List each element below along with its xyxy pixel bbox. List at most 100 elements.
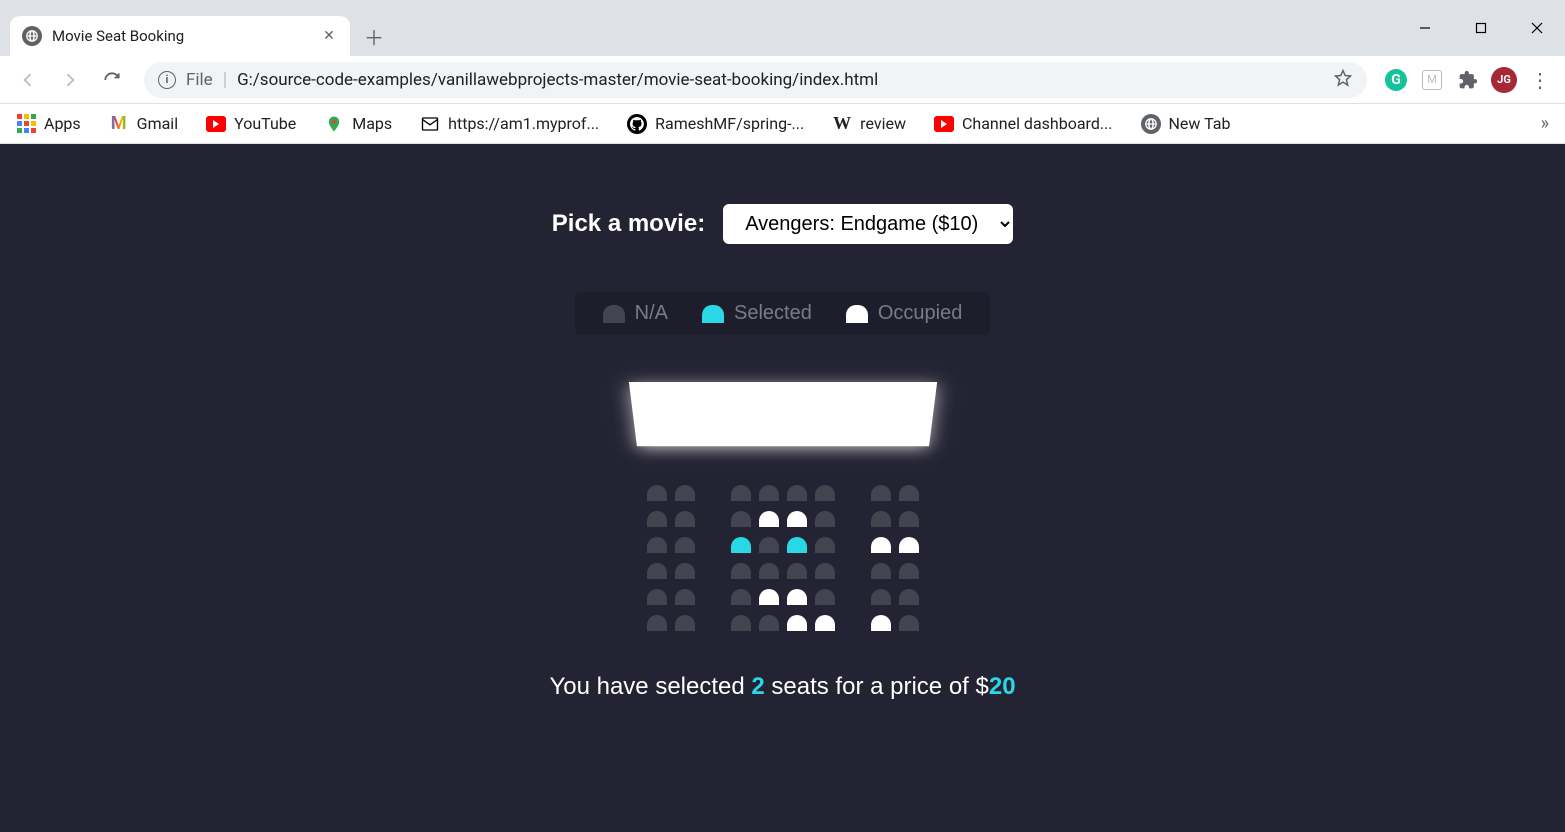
seat — [787, 589, 807, 605]
seat[interactable] — [815, 563, 835, 579]
tab-strip: Movie Seat Booking ✕ ＋ — [0, 8, 1565, 56]
url-text: G:/source-code-examples/vanillawebprojec… — [237, 70, 1323, 90]
seat[interactable] — [899, 511, 919, 527]
seat-row — [633, 511, 933, 527]
bookmark-myprof[interactable]: https://am1.myprof... — [420, 114, 599, 134]
seat[interactable] — [675, 563, 695, 579]
seat[interactable] — [899, 589, 919, 605]
seat[interactable] — [731, 615, 751, 631]
seat[interactable] — [675, 589, 695, 605]
seat — [899, 537, 919, 553]
legend: N/A Selected Occupied — [575, 292, 991, 335]
seat[interactable] — [675, 485, 695, 501]
seat[interactable] — [815, 537, 835, 553]
address-bar[interactable]: i File | G:/source-code-examples/vanilla… — [144, 62, 1367, 98]
seat[interactable] — [787, 537, 807, 553]
bookmark-github[interactable]: RameshMF/spring-... — [627, 114, 804, 134]
theater-screen — [628, 382, 936, 446]
seat[interactable] — [675, 511, 695, 527]
summary-text: You have selected 2 seats for a price of… — [549, 673, 1015, 701]
reload-button[interactable] — [94, 62, 130, 98]
seat[interactable] — [759, 485, 779, 501]
seat[interactable] — [731, 511, 751, 527]
bookmark-star-icon[interactable] — [1333, 68, 1353, 92]
seat[interactable] — [731, 589, 751, 605]
seat — [787, 615, 807, 631]
seat-row — [633, 485, 933, 501]
new-tab-button[interactable]: ＋ — [358, 20, 390, 52]
seat[interactable] — [871, 563, 891, 579]
seat — [787, 511, 807, 527]
seat-row — [633, 537, 933, 553]
seat[interactable] — [815, 485, 835, 501]
seat[interactable] — [647, 589, 667, 605]
legend-na: N/A — [603, 302, 668, 325]
seat[interactable] — [871, 485, 891, 501]
legend-occupied: Occupied — [846, 302, 963, 325]
bookmark-youtube[interactable]: YouTube — [206, 114, 296, 134]
seat[interactable] — [759, 615, 779, 631]
seat[interactable] — [731, 537, 751, 553]
seat[interactable] — [675, 615, 695, 631]
seat — [759, 511, 779, 527]
bookmark-review[interactable]: Wreview — [832, 114, 906, 134]
seat[interactable] — [899, 485, 919, 501]
browser-tab[interactable]: Movie Seat Booking ✕ — [10, 16, 350, 56]
back-button[interactable] — [10, 62, 46, 98]
bookmark-bar: Apps MGmail YouTube Maps https://am1.myp… — [0, 104, 1565, 144]
bookmark-gmail[interactable]: MGmail — [109, 114, 178, 134]
page-content: Pick a movie: Avengers: Endgame ($10) N/… — [0, 144, 1565, 832]
seat[interactable] — [759, 537, 779, 553]
seat — [759, 589, 779, 605]
close-icon[interactable]: ✕ — [320, 27, 338, 45]
seat — [871, 615, 891, 631]
info-icon[interactable]: i — [158, 71, 176, 89]
toolbar: i File | G:/source-code-examples/vanilla… — [0, 56, 1565, 104]
seat[interactable] — [815, 511, 835, 527]
grammarly-extension-icon[interactable]: G — [1381, 65, 1411, 95]
seat[interactable] — [647, 615, 667, 631]
extensions-button[interactable] — [1453, 65, 1483, 95]
seat[interactable] — [787, 563, 807, 579]
menu-button[interactable]: ⋮ — [1525, 68, 1555, 92]
seat-row — [633, 589, 933, 605]
seat[interactable] — [759, 563, 779, 579]
bookmark-overflow-icon[interactable]: » — [1541, 113, 1549, 134]
seat[interactable] — [647, 537, 667, 553]
seat[interactable] — [731, 485, 751, 501]
legend-selected: Selected — [702, 302, 812, 325]
seat[interactable] — [899, 615, 919, 631]
extension-icon[interactable]: M — [1417, 65, 1447, 95]
seat-row — [633, 615, 933, 631]
seat[interactable] — [787, 485, 807, 501]
pick-movie-label: Pick a movie: — [552, 210, 705, 238]
seat[interactable] — [675, 537, 695, 553]
seat[interactable] — [647, 485, 667, 501]
seat-grid — [633, 485, 933, 631]
seat[interactable] — [871, 589, 891, 605]
forward-button[interactable] — [52, 62, 88, 98]
seat[interactable] — [731, 563, 751, 579]
seat[interactable] — [647, 563, 667, 579]
seat[interactable] — [871, 511, 891, 527]
movie-select[interactable]: Avengers: Endgame ($10) — [723, 204, 1013, 244]
total-price: 20 — [989, 673, 1016, 700]
seat — [871, 537, 891, 553]
tab-title: Movie Seat Booking — [52, 27, 310, 45]
close-window-button[interactable] — [1509, 8, 1565, 48]
maximize-button[interactable] — [1453, 8, 1509, 48]
seat — [815, 615, 835, 631]
bookmark-maps[interactable]: Maps — [324, 114, 392, 134]
bookmark-channel[interactable]: Channel dashboard... — [934, 114, 1113, 134]
seat[interactable] — [647, 511, 667, 527]
seat-row — [633, 563, 933, 579]
seat[interactable] — [899, 563, 919, 579]
selected-count: 2 — [751, 673, 764, 700]
minimize-button[interactable] — [1397, 8, 1453, 48]
bookmark-newtab[interactable]: New Tab — [1141, 114, 1231, 134]
seat[interactable] — [815, 589, 835, 605]
profile-avatar[interactable]: JG — [1489, 65, 1519, 95]
bookmark-apps[interactable]: Apps — [16, 114, 81, 134]
url-scheme: File — [186, 70, 213, 90]
globe-icon — [22, 26, 42, 46]
